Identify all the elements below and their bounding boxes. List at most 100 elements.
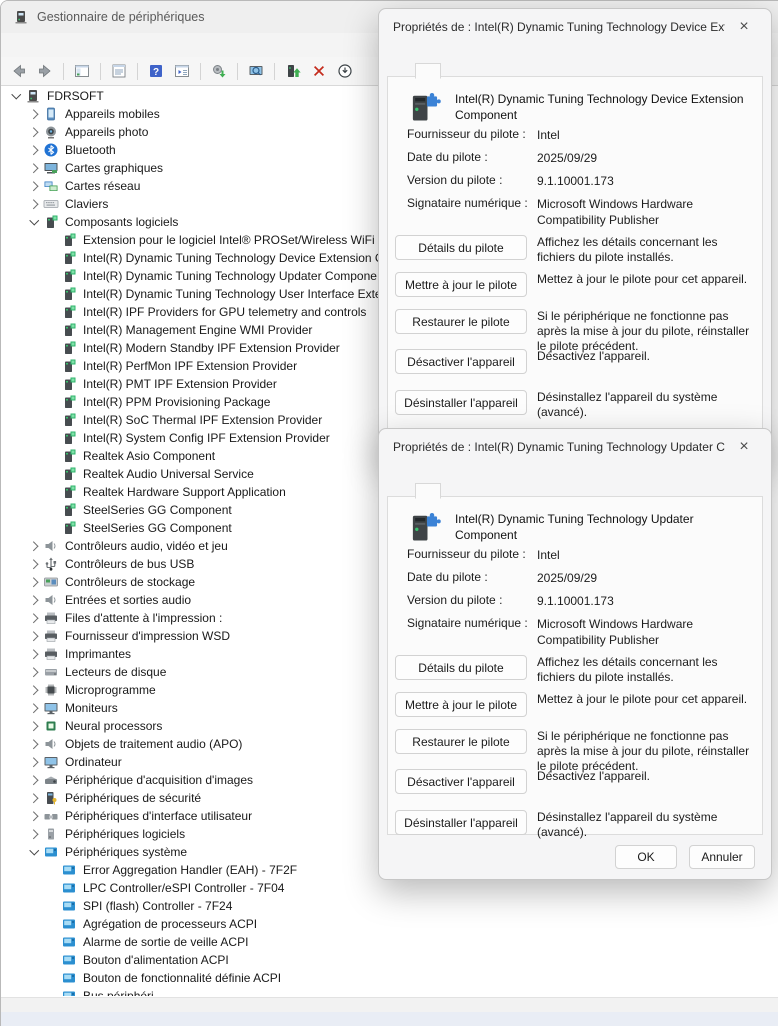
driver-action-button[interactable]: Désactiver l'appareil [395, 349, 527, 374]
driver-action-button[interactable]: Détails du pilote [395, 235, 527, 260]
driver-action-button[interactable]: Désinstaller l'appareil [395, 810, 527, 835]
expander-icon[interactable] [43, 393, 61, 411]
expander-icon[interactable] [25, 753, 43, 771]
expander-icon[interactable] [25, 789, 43, 807]
expander-icon[interactable] [43, 861, 61, 879]
toolbar-button[interactable] [281, 60, 305, 82]
expander-icon[interactable] [25, 681, 43, 699]
expander-icon[interactable] [43, 303, 61, 321]
expander-icon[interactable] [43, 519, 61, 537]
expander-icon[interactable] [43, 897, 61, 915]
expander-icon[interactable] [25, 177, 43, 195]
toolbar-button[interactable] [170, 60, 194, 82]
dialog-tab[interactable] [415, 63, 441, 79]
expander-icon[interactable] [43, 501, 61, 519]
expander-icon[interactable] [25, 141, 43, 159]
expander-icon[interactable] [43, 933, 61, 951]
menu-item[interactable] [5, 42, 25, 48]
expander-icon[interactable] [25, 159, 43, 177]
expander-icon[interactable] [25, 717, 43, 735]
driver-action-button[interactable]: Désactiver l'appareil [395, 769, 527, 794]
close-icon[interactable]: × [731, 15, 757, 39]
driver-action-button[interactable]: Restaurer le pilote [395, 309, 527, 334]
expander-icon[interactable] [25, 573, 43, 591]
expander-icon[interactable] [25, 195, 43, 213]
expander-icon[interactable] [25, 213, 43, 231]
dialog-tab[interactable] [391, 66, 415, 77]
expander-icon[interactable] [43, 915, 61, 933]
expander-icon[interactable] [43, 411, 61, 429]
expander-icon[interactable] [43, 231, 61, 249]
expander-icon[interactable] [43, 879, 61, 897]
expander-icon[interactable] [25, 555, 43, 573]
toolbar-button[interactable] [144, 60, 168, 82]
tree-item[interactable]: Bus périphéri [1, 987, 778, 996]
expander-icon[interactable] [43, 429, 61, 447]
driver-action-button[interactable]: Mettre à jour le pilote [395, 272, 527, 297]
dialog-tab[interactable] [465, 486, 489, 497]
tree-item[interactable]: Bouton d'alimentation ACPI [1, 951, 778, 969]
driver-action-button[interactable]: Restaurer le pilote [395, 729, 527, 754]
toolbar-button[interactable] [33, 60, 57, 82]
toolbar-button[interactable] [244, 60, 268, 82]
expander-icon[interactable] [43, 249, 61, 267]
menu-item[interactable] [25, 42, 45, 48]
driver-action-button[interactable]: Désinstaller l'appareil [395, 390, 527, 415]
driver-action-button[interactable]: Mettre à jour le pilote [395, 692, 527, 717]
tree-item[interactable]: SPI (flash) Controller - 7F24 [1, 897, 778, 915]
dialog-tab[interactable] [415, 483, 441, 499]
expander-icon[interactable] [43, 969, 61, 987]
tree-item[interactable]: Bouton de fonctionnalité définie ACPI [1, 969, 778, 987]
forward-icon [37, 63, 53, 79]
toolbar-button[interactable] [333, 60, 357, 82]
expander-icon[interactable] [25, 123, 43, 141]
toolbar-button[interactable] [307, 60, 331, 82]
toolbar-button[interactable] [70, 60, 94, 82]
dialog-tab[interactable] [391, 486, 415, 497]
expander-icon[interactable] [43, 483, 61, 501]
dialog-tab[interactable] [441, 486, 465, 497]
ok-button[interactable]: OK [615, 845, 677, 869]
expander-icon[interactable] [25, 663, 43, 681]
expander-icon[interactable] [43, 987, 61, 996]
expander-icon[interactable] [25, 843, 43, 861]
toolbar-button[interactable] [7, 60, 31, 82]
dialog-tab[interactable] [465, 66, 489, 77]
expander-icon[interactable] [43, 267, 61, 285]
close-icon[interactable]: × [731, 435, 757, 459]
expander-icon[interactable] [25, 699, 43, 717]
expander-icon[interactable] [43, 465, 61, 483]
cancel-button[interactable]: Annuler [689, 845, 755, 869]
horizontal-scrollbar[interactable] [1, 997, 778, 1013]
tree-item[interactable]: Alarme de sortie de veille ACPI [1, 933, 778, 951]
expander-icon[interactable] [25, 591, 43, 609]
expander-icon[interactable] [25, 609, 43, 627]
expander-icon[interactable] [25, 735, 43, 753]
expander-icon[interactable] [25, 645, 43, 663]
expander-icon[interactable] [43, 447, 61, 465]
tree-item-label: Périphériques système [65, 845, 187, 859]
expander-icon[interactable] [43, 321, 61, 339]
expander-icon[interactable] [25, 537, 43, 555]
expander-icon[interactable] [25, 105, 43, 123]
expander-icon[interactable] [43, 951, 61, 969]
expander-icon[interactable] [43, 375, 61, 393]
menu-item[interactable] [45, 42, 65, 48]
expander-icon[interactable] [25, 771, 43, 789]
expander-icon[interactable] [25, 807, 43, 825]
expander-icon[interactable] [25, 825, 43, 843]
tree-item[interactable]: LPC Controller/eSPI Controller - 7F04 [1, 879, 778, 897]
toolbar-button[interactable] [207, 60, 231, 82]
tree-item-label: Périphérique d'acquisition d'images [65, 773, 253, 787]
expander-icon[interactable] [43, 339, 61, 357]
dialog-tab[interactable] [441, 66, 465, 77]
menu-item[interactable] [65, 42, 85, 48]
toolbar-button[interactable] [107, 60, 131, 82]
expander-icon[interactable] [7, 87, 25, 105]
expander-icon[interactable] [43, 285, 61, 303]
expander-icon[interactable] [43, 357, 61, 375]
device-name: Intel(R) Dynamic Tuning Technology Devic… [455, 89, 751, 125]
tree-item[interactable]: Agrégation de processeurs ACPI [1, 915, 778, 933]
driver-action-button[interactable]: Détails du pilote [395, 655, 527, 680]
expander-icon[interactable] [25, 627, 43, 645]
